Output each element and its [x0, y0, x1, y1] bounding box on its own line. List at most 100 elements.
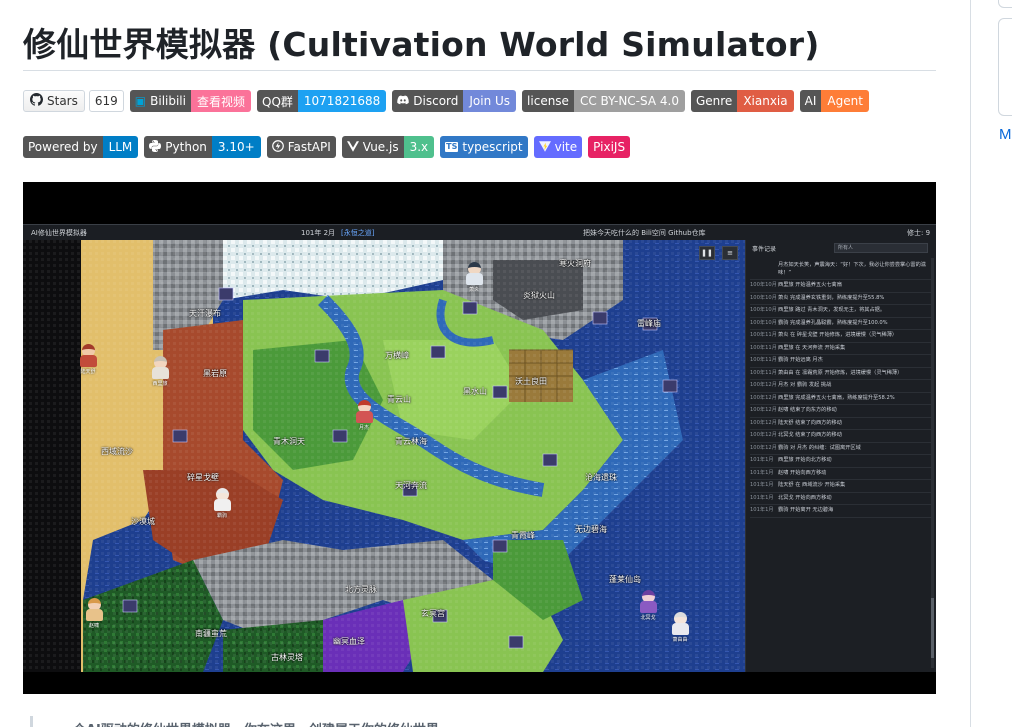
map-label-penglai[interactable]: 蓬莱仙岛 [609, 574, 641, 585]
event-log-title: 事件记录 [752, 246, 777, 253]
menu-button[interactable]: ≡ [722, 246, 738, 260]
event-log-message: 陆天舒 结束了向西方的移动 [778, 419, 842, 426]
pixijs-badge[interactable]: PixiJS [588, 136, 631, 158]
map-label-qingxia[interactable]: 青霞峰 [511, 530, 535, 541]
event-log-row: 100年11月 萧炎 在 碎星戈壁 开始修炼，进境缓慢（灵气稀薄） [750, 330, 932, 343]
map-label-xuanming[interactable]: 玄冥宫 [421, 608, 445, 619]
map-label-qingyun-forest[interactable]: 青云林海 [395, 436, 427, 447]
event-log-row: 100年10月 萧炎 完成温养玄铁重剑，熟练度提升至55.8% [750, 293, 932, 305]
map-label-beifang[interactable]: 北方灵脉 [345, 584, 377, 595]
map-label-volcano[interactable]: 炎狱火山 [523, 290, 555, 301]
map-label-suixing[interactable]: 碎星戈壁 [187, 472, 219, 483]
sidebar-card-top [998, 0, 1012, 8]
event-log-row: 101年1月 陆天舒 在 西域流沙 开始采集 [750, 480, 932, 493]
game-status[interactable]: [永恒之道] [341, 228, 374, 238]
map-label-jinlu[interactable]: 古林灵塔 [271, 652, 303, 663]
character-avatar[interactable]: 陆天舒 [77, 344, 99, 375]
qq-group-badge[interactable]: QQ群 1071821688 [257, 90, 387, 112]
badge-row-2: Powered by LLM Python 3.10+ FastAPI Vue.… [23, 136, 636, 158]
map-label-heiyan[interactable]: 黑岩原 [203, 368, 227, 379]
fastapi-badge[interactable]: FastAPI [266, 136, 336, 158]
event-log-time: 101年1月 [750, 482, 774, 488]
event-log-time: 100年10月 [750, 282, 777, 288]
github-icon [30, 93, 44, 109]
map-label-qingyun[interactable]: 青云山 [387, 394, 411, 405]
character-avatar[interactable]: 北冥戈 [637, 590, 659, 621]
map-label-wuheng[interactable]: 万横嶂 [385, 350, 409, 361]
blockquote-text: 一个AI驱动的修仙世界模拟器，你在这里，创建属于你的修仙世界 [60, 719, 439, 727]
event-log-panel: 事件记录 所有人 月杰如天长笑，声震海天：“好！下次，我必让你尝尝掌心雷的滋味！… [745, 240, 936, 672]
event-log-message: 月杰 对 霸驹 发起 挑战 [778, 382, 832, 388]
genre-badge[interactable]: Genre Xianxia [690, 90, 794, 112]
discord-icon [397, 95, 410, 107]
map-label-shamo[interactable]: 沙漠城 [131, 516, 155, 527]
powered-by-badge[interactable]: Powered by LLM [23, 136, 139, 158]
vuejs-badge[interactable]: Vue.js 3.x [341, 136, 435, 158]
event-log-message: 霸驹 开始离开 无边碧海 [778, 507, 834, 513]
world-map[interactable]: 寒火洞府 炎狱火山 天汗瀑布 青云山 万横嶂 黑水山 沃土良田 青云林海 青木洞… [23, 240, 745, 672]
pause-button[interactable]: ❚❚ [699, 246, 715, 260]
event-log-time: 100年10月 [750, 319, 777, 326]
event-log-row: 月杰如天长笑，声震海天：“好！下次，我必让你尝尝掌心雷的滋味！” [750, 260, 932, 280]
ai-agent-badge[interactable]: AI Agent [799, 90, 869, 112]
license-badge[interactable]: license CC BY-NC-SA 4.0 [522, 90, 685, 112]
bilibili-badge[interactable]: ▣ Bilibili 查看视频 [129, 90, 251, 112]
game-screenshot: AI修仙世界模拟器 101年 2月 [永恒之道] 把妹今天吃什么的 Bili空间… [23, 182, 936, 694]
event-log-message: 西里旅 开始温养五火七禽扇 [778, 282, 842, 288]
event-log-row: 100年12月 霸驹 对 月杰 的纠缠：试图离开区域 [750, 443, 932, 455]
character-avatar[interactable]: 霸驹 [211, 488, 233, 519]
sidebar-link[interactable]: M [999, 126, 1012, 143]
character-avatar[interactable]: 月杰 [353, 400, 375, 431]
event-log-time: 101年1月 [750, 457, 774, 463]
vite-badge[interactable]: vite [533, 136, 583, 158]
event-log-time: 100年12月 [750, 444, 777, 451]
event-log-time: 100年10月 [750, 307, 777, 313]
map-label-nanjiang[interactable]: 南疆蛮荒 [195, 628, 227, 639]
map-label-ice-cave[interactable]: 寒火洞府 [559, 258, 591, 269]
fastapi-icon [271, 140, 284, 154]
map-label-youming[interactable]: 幽冥血泽 [333, 636, 365, 647]
map-label-leifeng[interactable]: 雷峰庙 [637, 318, 661, 329]
map-label-wutu[interactable]: 沃土良田 [515, 376, 547, 387]
event-log-message: 北冥戈 开始向西方移动 [778, 494, 832, 501]
map-label-heishuishan[interactable]: 黑水山 [463, 386, 487, 397]
character-avatar[interactable]: 萧由由 [669, 612, 691, 643]
map-label-tianhang[interactable]: 天汗瀑布 [189, 308, 221, 319]
event-log-row: 101年1月 霸驹 开始离开 无边碧海 [750, 505, 932, 518]
event-log-message: 陆天舒 在 西域流沙 开始采集 [778, 482, 846, 488]
event-log-row: 101年1月 赵啸 开始向西方移动 [750, 468, 932, 480]
map-label-canghai[interactable]: 沧海遗珠 [585, 472, 617, 483]
cultivator-count: 修士: 9 [907, 229, 931, 237]
event-filter-select[interactable]: 所有人 [834, 243, 928, 253]
event-log-message: 西里旅 路过 青木洞天，发现无主，将其占据。 [778, 307, 886, 313]
event-log-row: 100年11月 霸驹 开始远离 月杰 [750, 355, 932, 368]
event-log-message: 萧由由 在 凛霜荒原 开始修炼，进境缓慢（灵气稀薄） [778, 369, 903, 376]
event-log-time: 100年12月 [750, 394, 777, 401]
map-label-wubian[interactable]: 无边碧海 [575, 524, 607, 535]
game-links[interactable]: 把妹今天吃什么的 Bili空间 Github仓库 [583, 228, 706, 238]
discord-badge[interactable]: Discord Join Us [392, 90, 517, 112]
character-avatar[interactable]: 西里旅 [149, 356, 171, 387]
game-top-bar: AI修仙世界模拟器 101年 2月 [永恒之道] 把妹今天吃什么的 Bili空间… [23, 224, 936, 240]
event-log-scrollbar[interactable] [931, 258, 934, 668]
event-log-message: 赵啸 结束了向东方的移动 [778, 407, 837, 413]
event-log-message: 霸驹 完成温养孔晶聪霸，熟练度提升至100.0% [778, 319, 888, 326]
map-label-tianhe[interactable]: 天河奔流 [395, 480, 427, 491]
python-badge[interactable]: Python 3.10+ [144, 136, 261, 158]
game-date: 101年 2月 [301, 229, 336, 237]
event-log-time: 100年10月 [750, 294, 777, 301]
event-log-time: 101年1月 [750, 494, 774, 501]
event-log-message: 月杰如天长笑，声震海天：“好！下次，我必让你尝尝掌心雷的滋味！” [778, 262, 926, 276]
character-avatar[interactable]: 赵啸 [83, 598, 105, 629]
github-stars-badge[interactable]: Stars 619 [23, 90, 124, 112]
typescript-badge[interactable]: TS typescript [440, 136, 528, 158]
event-log-row: 100年12月 陆天舒 结束了向西方的移动 [750, 418, 932, 430]
event-log-message: 萧炎 在 碎星戈壁 开始修炼，进境缓慢（灵气稀薄） [778, 332, 898, 338]
event-log-message: 北冥戈 结束了向西方的移动 [778, 432, 842, 438]
event-log-row: 100年12月 月杰 对 霸驹 发起 挑战 [750, 380, 932, 393]
character-avatar[interactable]: 萧炎 [463, 262, 485, 293]
sidebar-divider [970, 0, 971, 727]
map-label-qingmu[interactable]: 青木洞天 [273, 436, 305, 447]
map-label-xiyu[interactable]: 西域流沙 [101, 446, 133, 457]
event-log-message: 萧炎 完成温养玄铁重剑，熟练度提升至55.8% [778, 294, 885, 301]
